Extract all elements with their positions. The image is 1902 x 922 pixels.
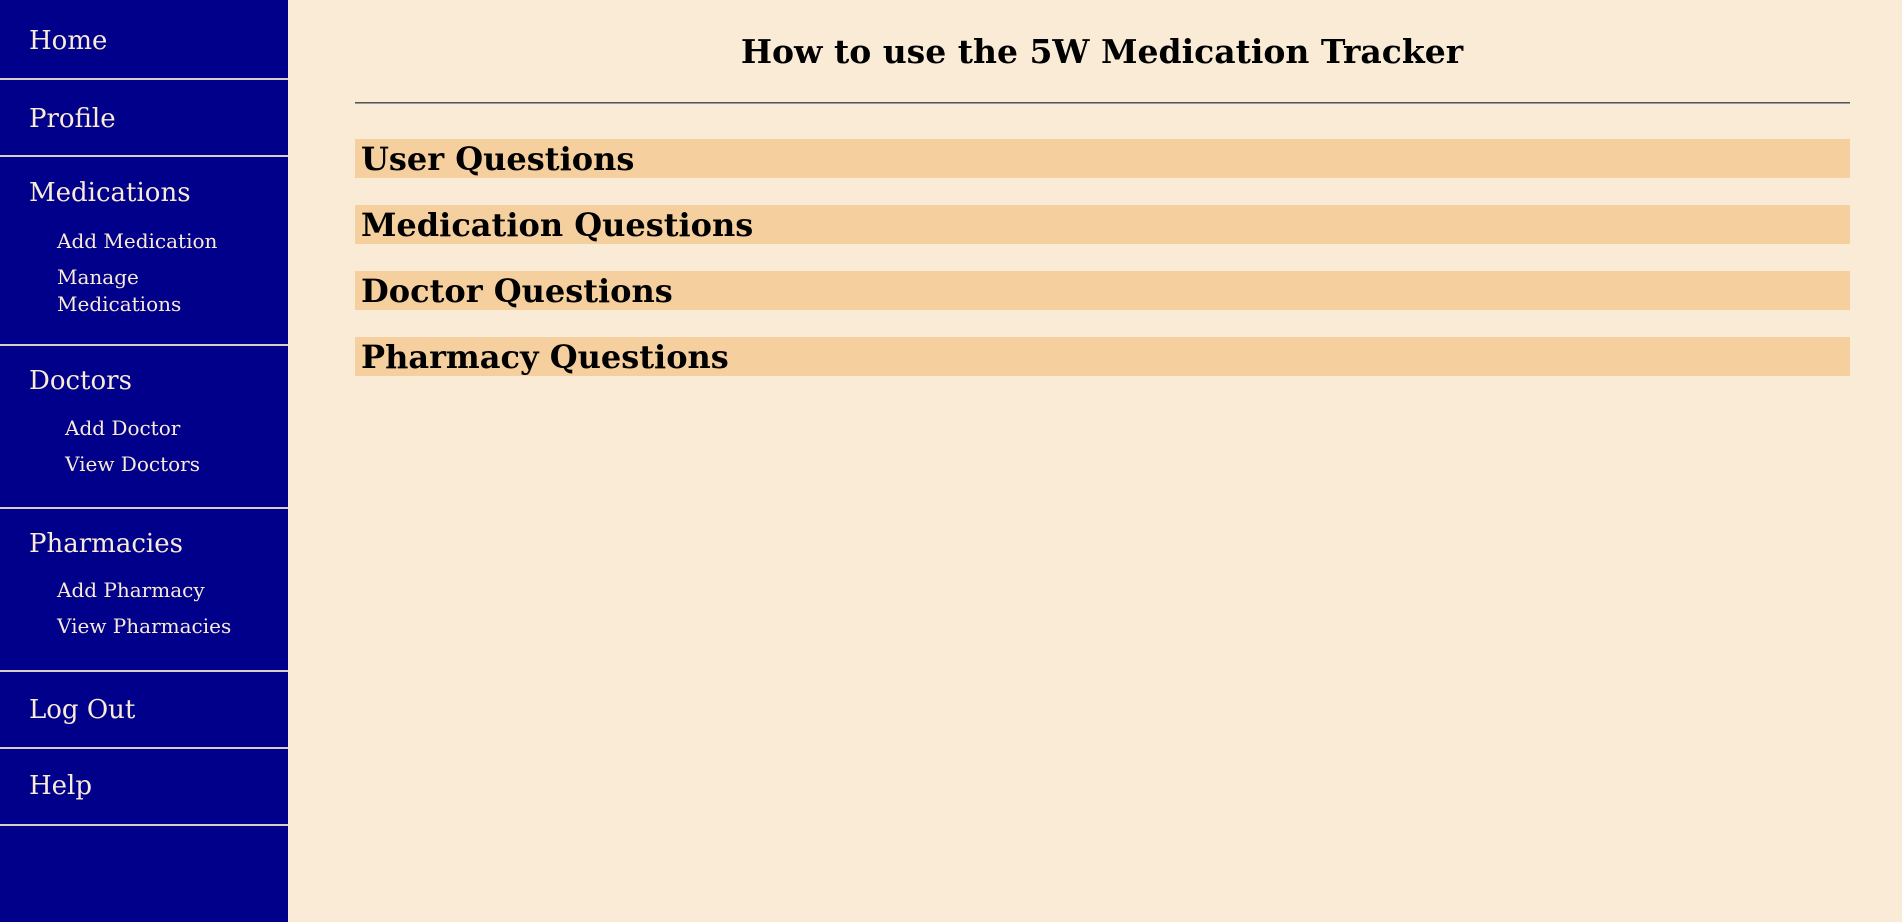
nav-medications-link[interactable]: Medications [0, 178, 191, 208]
nav-add-medication-link[interactable]: Add Medication [57, 228, 217, 255]
nav-profile-link[interactable]: Profile [0, 104, 116, 134]
nav-add-doctor-link[interactable]: Add Doctor [65, 415, 180, 442]
nav-section-doctors: Doctors Add Doctor View Doctors [0, 346, 288, 509]
nav-doctors-link[interactable]: Doctors [0, 366, 132, 396]
section-header-user-questions[interactable]: User Questions [355, 139, 1850, 178]
nav-section-pharmacies: Pharmacies Add Pharmacy View Pharmacies [0, 509, 288, 672]
section-header-pharmacy-questions[interactable]: Pharmacy Questions [355, 337, 1850, 376]
nav-section-medications: Medications Add Medication Manage Medica… [0, 157, 288, 346]
page-title: How to use the 5W Medication Tracker [740, 32, 1464, 71]
sidebar: Home Profile Medications Add Medication … [0, 0, 288, 922]
nav-view-doctors-link[interactable]: View Doctors [65, 451, 200, 478]
nav-section-help: Help [0, 749, 288, 826]
title-divider [355, 102, 1850, 104]
nav-help-link[interactable]: Help [0, 771, 92, 801]
main-content: How to use the 5W Medication Tracker Use… [288, 0, 1902, 922]
nav-home-link[interactable]: Home [0, 26, 107, 56]
nav-manage-medications-link[interactable]: Manage Medications [57, 264, 217, 318]
nav-section-profile: Profile [0, 80, 288, 157]
nav-section-home: Home [0, 0, 288, 80]
nav-view-pharmacies-link[interactable]: View Pharmacies [57, 613, 231, 640]
nav-logout-link[interactable]: Log Out [0, 695, 135, 725]
section-header-medication-questions[interactable]: Medication Questions [355, 205, 1850, 244]
nav-pharmacies-link[interactable]: Pharmacies [0, 529, 183, 559]
nav-add-pharmacy-link[interactable]: Add Pharmacy [57, 577, 205, 604]
nav-section-logout: Log Out [0, 672, 288, 749]
section-header-doctor-questions[interactable]: Doctor Questions [355, 271, 1850, 310]
